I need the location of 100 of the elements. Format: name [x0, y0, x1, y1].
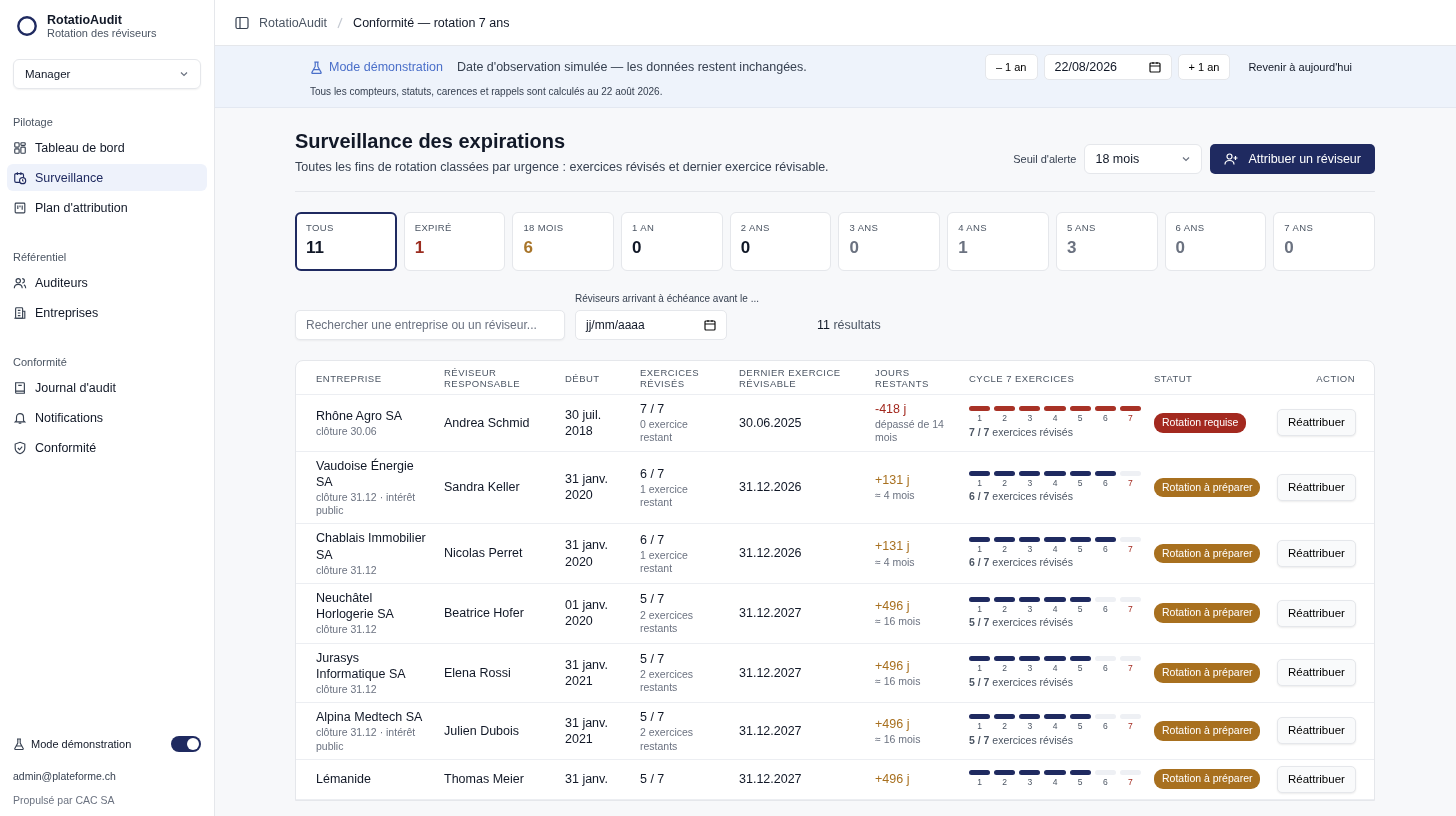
counter-label: 3 ANS — [849, 222, 880, 233]
days-note: dépassé de 14 mois — [875, 418, 945, 445]
counter-value: 1 — [958, 238, 969, 258]
company-name: Neuchâtel Horlogerie SA — [316, 589, 395, 623]
last-year-date: 31.12.2026 — [739, 546, 802, 561]
reassign-button[interactable]: Réattribuer — [1277, 765, 1356, 793]
plus-year-button[interactable]: + 1 an — [1177, 54, 1231, 80]
threshold-label: Seuil d'alerte — [1013, 153, 1077, 165]
reassign-button[interactable]: Réattribuer — [1277, 473, 1356, 501]
reassign-button[interactable]: Réattribuer — [1277, 717, 1356, 745]
reset-date-link[interactable]: Revenir à aujourd'hui — [1248, 61, 1352, 73]
reassign-button[interactable]: Réattribuer — [1277, 409, 1356, 437]
segment-number: 4 — [1052, 664, 1058, 674]
reassign-button[interactable]: Réattribuer — [1277, 540, 1356, 568]
column-header: CYCLE 7 EXERCICES — [969, 372, 1075, 384]
remaining-note: 1 exercice restant — [640, 549, 689, 576]
nav-item[interactable]: Entreprises — [7, 299, 207, 326]
revised-count: 5 / 7 — [640, 709, 666, 726]
role-select[interactable]: Manager — [13, 59, 201, 89]
segment-number: 6 — [1102, 414, 1108, 424]
status-badge: Rotation à préparer — [1154, 543, 1261, 564]
flask-icon — [310, 60, 323, 74]
segment-number: 6 — [1102, 778, 1108, 788]
counter-value: 0 — [1175, 238, 1187, 258]
reassign-button[interactable]: Réattribuer — [1277, 599, 1356, 627]
app-name: RotatioAudit — [47, 13, 123, 27]
counter-card[interactable]: 6 ANS 0 — [1164, 212, 1267, 271]
segment-number: 2 — [1002, 664, 1008, 674]
due-date-label: Réviseurs arrivant à échéance avant le ... — [575, 293, 759, 304]
segment-number: 2 — [1002, 414, 1008, 424]
observation-date-field[interactable]: 22/08/2026 — [1043, 54, 1172, 80]
segment-number: 4 — [1052, 545, 1058, 555]
counter-card[interactable]: 5 ANS 3 — [1055, 212, 1158, 271]
nav-item[interactable]: Tableau de bord — [7, 134, 207, 161]
breadcrumb-item[interactable]: RotatioAudit — [259, 15, 328, 30]
closing-note: clôture 31.12 — [316, 563, 378, 577]
remaining-note: 1 exercice restant — [640, 482, 689, 510]
assign-reviewer-button[interactable]: Attribuer un réviseur — [1210, 144, 1375, 174]
days-remaining: +496 j — [875, 715, 911, 732]
column-header: RÉVISEUR RESPONSABLE — [444, 367, 520, 389]
minus-year-button[interactable]: – 1 an — [984, 54, 1038, 80]
nav-item[interactable]: Auditeurs — [7, 269, 207, 296]
chevron-down-icon — [179, 69, 189, 79]
counter-card[interactable]: 1 AN 0 — [621, 212, 723, 271]
status-badge: Rotation à préparer — [1154, 769, 1261, 789]
segment-number: 2 — [1002, 545, 1008, 555]
remaining-note: 2 exercices restants — [640, 726, 695, 753]
segment-number: 6 — [1102, 545, 1108, 555]
shield-check-icon — [13, 440, 27, 455]
segment-number: 3 — [1027, 545, 1033, 555]
segment-number: 7 — [1128, 414, 1133, 424]
search-field[interactable]: Rechercher une entreprise ou un réviseur... — [295, 310, 565, 340]
remaining-note: 0 exercice restant — [640, 418, 689, 445]
counter-card[interactable]: 3 ANS 0 — [838, 212, 941, 271]
segment-number: 1 — [977, 604, 982, 615]
nav-item[interactable]: Surveillance — [7, 164, 207, 191]
status-badge: Rotation à préparer — [1154, 721, 1261, 741]
days-note: ≈ 4 mois — [875, 555, 916, 569]
segment-number: 7 — [1128, 722, 1133, 732]
due-date-field[interactable]: jj/mm/aaaa — [575, 310, 727, 340]
counter-card[interactable]: EXPIRÉ 1 — [403, 212, 506, 271]
chevron-down-icon — [1181, 154, 1192, 164]
demo-mode-note: Tous les compteurs, statuts, carences et rappels sont calculés au 22 août 2026. — [310, 86, 664, 97]
segment-number: 6 — [1102, 478, 1108, 489]
cycle-summary: 7 / 7 exercices révisés — [969, 425, 1074, 440]
segment-number: 2 — [1002, 478, 1008, 489]
users-icon — [13, 275, 27, 290]
nav-item[interactable]: Notifications — [7, 404, 207, 431]
company-name: Rhône Agro SA — [316, 407, 404, 424]
breadcrumb-item: Conformité — rotation 7 ans — [353, 15, 510, 30]
counter-card[interactable]: 4 ANS 1 — [947, 212, 1049, 271]
nav-item[interactable]: Conformité — [7, 434, 207, 461]
remaining-note: 2 exercices restants — [640, 608, 695, 635]
segment-number: 4 — [1052, 722, 1058, 732]
segment-number: 2 — [1002, 722, 1008, 732]
segment-number: 5 — [1077, 545, 1083, 555]
revised-count: 5 / 7 — [640, 591, 666, 608]
segment-number: 4 — [1052, 414, 1058, 424]
column-header: ENTREPRISE — [316, 372, 382, 384]
counter-card[interactable]: 7 ANS 0 — [1273, 212, 1375, 271]
segment-number: 3 — [1027, 414, 1033, 424]
reassign-button[interactable]: Réattribuer — [1277, 659, 1356, 687]
counter-value: 1 — [414, 238, 426, 258]
reviewer-name: Beatrice Hofer — [444, 606, 524, 621]
revised-count: 6 / 7 — [640, 531, 666, 549]
status-badge: Rotation à préparer — [1154, 477, 1261, 498]
nav-item[interactable]: Plan d'attribution — [7, 194, 207, 221]
counter-card[interactable]: 18 MOIS 6 — [512, 212, 615, 271]
sidebar-toggle-icon[interactable] — [235, 15, 249, 30]
counter-card[interactable]: TOUS 11 — [295, 212, 397, 271]
revised-count: 5 / 7 — [640, 651, 666, 668]
counter-label: EXPIRÉ — [414, 222, 453, 233]
company-name: Jurasys Informatique SA — [316, 649, 407, 682]
demo-mode-toggle[interactable] — [171, 736, 201, 752]
nav-item[interactable]: Journal d'audit — [7, 374, 207, 401]
segment-number: 3 — [1027, 604, 1033, 615]
segment-number: 5 — [1077, 478, 1083, 489]
counter-card[interactable]: 2 ANS 0 — [729, 212, 832, 271]
counter-value: 0 — [740, 238, 752, 258]
threshold-select[interactable]: 18 mois — [1084, 144, 1203, 174]
